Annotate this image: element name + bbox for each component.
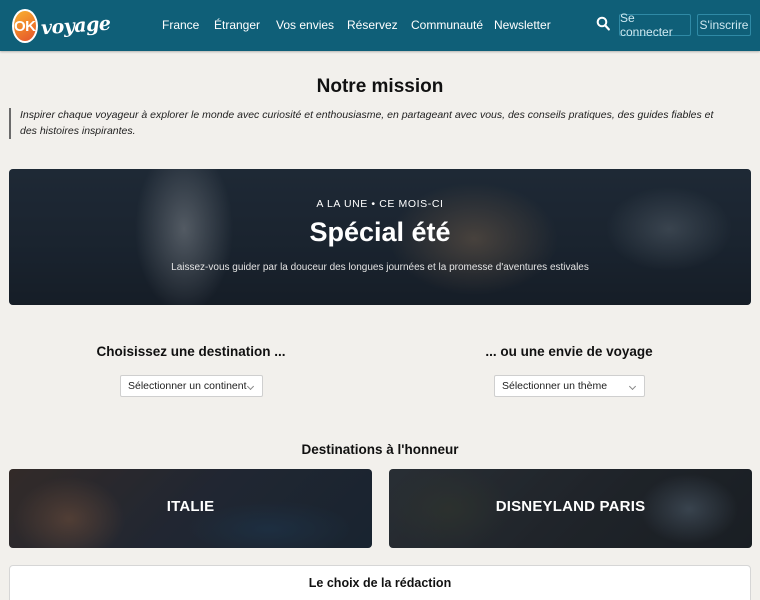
nav-item-communaute[interactable]: Communauté [411, 18, 483, 32]
nav-item-reservez[interactable]: Réservez [347, 18, 398, 32]
signup-button[interactable]: S'inscrire [697, 14, 751, 36]
hero-kicker: A LA UNE • CE MOIS-CI [316, 198, 444, 210]
nav-item-etranger[interactable]: Étranger [214, 18, 260, 32]
featured-heading: Destinations à l'honneur [301, 442, 459, 457]
continent-select[interactable]: Sélectionner un continent [120, 375, 263, 397]
hero-title: Spécial été [309, 217, 451, 247]
site-logo[interactable]: OK voyage [12, 8, 111, 44]
destination-heading: Choisissez une destination ... [96, 344, 286, 359]
login-button[interactable]: Se connecter [619, 11, 691, 39]
nav-item-newsletter[interactable]: Newsletter [494, 18, 551, 32]
nav-item-france[interactable]: France [162, 18, 199, 32]
destination-card-disneyland[interactable]: DISNEYLAND PARIS [389, 469, 752, 548]
destination-card-label: DISNEYLAND PARIS [495, 498, 646, 515]
envie-heading: ... ou une envie de voyage [485, 344, 653, 359]
logo-wordmark: voyage [39, 12, 111, 40]
logo-ok-text: OK [14, 17, 36, 35]
search-icon[interactable] [596, 16, 610, 32]
editor-choice-section: Le choix de la rédaction [9, 565, 751, 600]
destination-card-italie[interactable]: ITALIE [9, 469, 372, 548]
theme-select[interactable]: Sélectionner un thème [494, 375, 645, 397]
site-header: OK voyage France Étranger Vos envies Rés… [0, 0, 760, 51]
destination-card-label: ITALIE [166, 498, 215, 515]
editor-choice-title: Le choix de la rédaction [308, 576, 452, 590]
hero-subtitle: Laissez-vous guider par la douceur des l… [171, 262, 589, 273]
hero-banner[interactable]: A LA UNE • CE MOIS-CI Spécial été Laisse… [9, 169, 751, 305]
continent-select-value: Sélectionner un continent [128, 380, 247, 392]
chevron-down-icon [628, 382, 637, 391]
mission-title: Notre mission [316, 76, 444, 97]
mission-quote: Inspirer chaque voyageur à explorer le m… [9, 108, 725, 139]
chevron-down-icon [246, 382, 255, 391]
theme-select-value: Sélectionner un thème [502, 380, 608, 392]
nav-item-vos-envies[interactable]: Vos envies [276, 18, 334, 32]
logo-badge: OK [12, 9, 38, 43]
